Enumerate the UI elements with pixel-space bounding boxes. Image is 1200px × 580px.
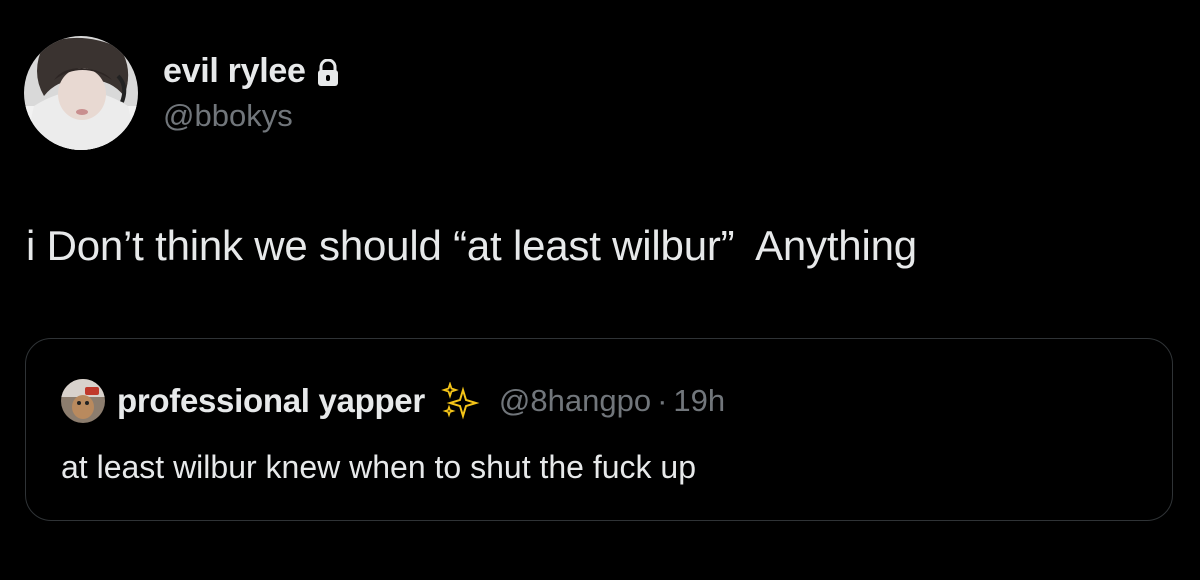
sparkles-icon [441, 382, 481, 420]
avatar-image [24, 36, 138, 150]
quoted-tweet-header: professional yapper @8hangpo · 19h [61, 379, 725, 423]
separator-dot: · [657, 383, 668, 418]
lock-icon [316, 58, 340, 87]
tweet: evil rylee @bbokys i Don’t think we shou… [0, 0, 1200, 580]
quoted-author-avatar[interactable] [61, 379, 105, 423]
quoted-tweet-card[interactable]: professional yapper @8hangpo · 19h at le… [25, 338, 1173, 521]
quoted-author-handle: @8hangpo [498, 383, 652, 418]
author-handle[interactable]: @bbokys [163, 98, 293, 134]
quoted-avatar-image [61, 379, 105, 423]
author-avatar[interactable] [24, 36, 138, 150]
author-name-row: evil rylee [163, 52, 340, 91]
quoted-author-display-name: professional yapper [117, 382, 425, 419]
quoted-timestamp[interactable]: 19h [673, 383, 725, 419]
author-display-name[interactable]: evil rylee [163, 52, 306, 91]
quoted-tweet-text: at least wilbur knew when to shut the fu… [61, 449, 697, 485]
tweet-text: i Don’t think we should “at least wilbur… [26, 222, 917, 269]
